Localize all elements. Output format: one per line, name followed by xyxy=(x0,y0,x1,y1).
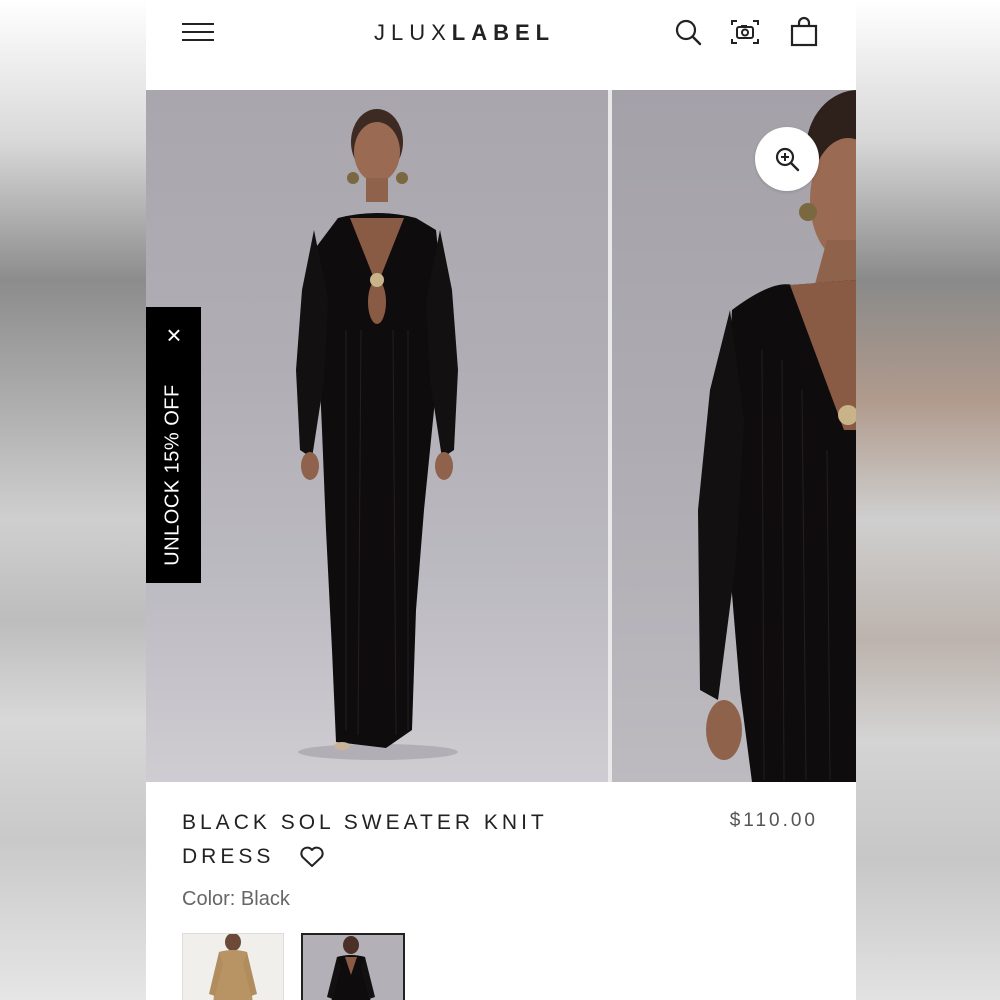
zoom-in-icon xyxy=(775,147,800,172)
blurred-background-right xyxy=(856,0,1000,1000)
brand-logo[interactable]: JLUXLABEL xyxy=(374,18,555,48)
promo-tab[interactable]: × UNLOCK 15% OFF xyxy=(146,307,201,583)
product-price: $110.00 xyxy=(729,810,818,831)
swatch-black-thumbnail xyxy=(327,936,375,1000)
product-image-front[interactable] xyxy=(146,90,608,782)
promo-text[interactable]: UNLOCK 15% OFF xyxy=(162,384,185,565)
model-front-illustration xyxy=(296,109,458,760)
product-title-line1: BLACK SOL SWEATER KNIT xyxy=(182,811,548,834)
color-label: Color: Black xyxy=(182,888,290,910)
close-icon[interactable]: × xyxy=(160,321,188,349)
mobile-page: JLUXLABEL × UNLOCK 15% OFF BLACK SOL SWE… xyxy=(146,0,856,1000)
brand-logo-bold: LABEL xyxy=(451,20,556,45)
zoom-button[interactable] xyxy=(755,127,819,191)
search-icon[interactable] xyxy=(672,16,704,48)
product-gallery[interactable] xyxy=(146,90,856,782)
brand-logo-light: JLUX xyxy=(374,20,452,45)
product-title-line2: DRESS xyxy=(182,845,275,868)
camera-icon[interactable] xyxy=(729,16,761,48)
bag-icon[interactable] xyxy=(788,16,820,48)
swatch-tan-thumbnail xyxy=(209,934,257,1000)
site-header: JLUXLABEL xyxy=(146,0,856,88)
heart-icon[interactable] xyxy=(299,845,325,869)
model-closeup-illustration xyxy=(698,90,856,782)
menu-icon[interactable] xyxy=(182,20,214,44)
swatch-tan[interactable] xyxy=(182,933,284,1000)
swatch-black[interactable] xyxy=(301,933,405,1000)
product-image-closeup[interactable] xyxy=(612,90,856,782)
product-title: BLACK SOL SWEATER KNIT DRESS xyxy=(182,806,602,874)
